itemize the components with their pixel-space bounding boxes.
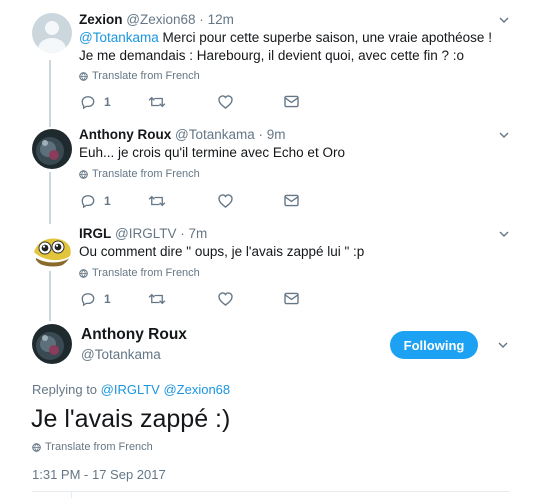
globe-icon [79,169,88,179]
main-tweet-text: Je l'avais zappé :) [31,405,231,433]
dm-icon [284,292,299,305]
tweet-time[interactable]: 12m [208,12,234,27]
divider [71,492,72,498]
mention-link[interactable]: @Totankama [79,30,159,45]
reply-count: 1 [104,292,111,306]
tweet-text: Euh... je crois qu'il termine avec Echo … [79,145,345,160]
tweet[interactable]: IRGL @IRGLTV · 7m Ou comment dire " oups… [0,226,540,314]
avatar[interactable] [32,13,72,53]
reply-button[interactable]: 1 [81,95,111,109]
replying-to: Replying to @IRGLTV @Zexion68 [32,382,231,397]
author-handle[interactable]: @Zexion68 [126,12,195,27]
globe-icon [32,442,41,452]
reply-count: 1 [104,95,111,109]
retweet-button[interactable] [148,292,166,306]
dm-button[interactable] [284,95,299,108]
mention-link[interactable]: @IRGLTV [101,382,160,397]
chevron-down-icon[interactable] [498,14,510,26]
globe-icon [79,71,88,81]
globe-icon [79,268,88,278]
tweet-header: Anthony Roux @Totankama · 9m [79,127,286,142]
tweet-text: Ou comment dire " oups, je l'avais zappé… [79,244,365,259]
reply-icon [81,195,95,208]
tweet-time[interactable]: 7m [189,226,208,241]
reply-count: 1 [104,194,111,208]
avatar[interactable] [32,228,72,268]
like-button[interactable] [218,95,233,109]
translate-link[interactable]: Translate from French [79,267,200,279]
like-icon [218,95,233,109]
dm-button[interactable] [284,194,299,207]
mention-link[interactable]: @Zexion68 [163,382,230,397]
dm-icon [284,95,299,108]
like-icon [218,292,233,306]
chevron-down-icon[interactable] [497,339,509,351]
main-author-name[interactable]: Anthony Roux [81,326,187,344]
chevron-down-icon[interactable] [498,129,510,141]
retweet-button[interactable] [148,194,166,208]
tweet-actions: 1 [79,194,339,212]
like-icon [218,194,233,208]
retweet-icon [148,195,166,207]
avatar[interactable] [32,129,72,169]
author-handle[interactable]: @Totankama [175,127,255,142]
tweet-header: IRGL @IRGLTV · 7m [79,226,208,241]
tweet-time[interactable]: 9m [267,127,286,142]
author-name[interactable]: Anthony Roux [79,127,171,142]
dm-button[interactable] [284,292,299,305]
tweet-actions: 1 [79,95,339,113]
like-button[interactable] [218,194,233,208]
reply-button[interactable]: 1 [81,194,111,208]
divider [32,491,510,492]
translate-link[interactable]: Translate from French [79,70,200,82]
tweet[interactable]: Zexion @Zexion68 · 12m @Totankama Merci … [0,12,540,120]
tweet-header: Zexion @Zexion68 · 12m [79,12,234,27]
reply-icon [81,96,95,109]
avatar[interactable] [32,324,72,364]
retweet-button[interactable] [148,95,166,109]
main-author-handle[interactable]: @Totankama [81,347,161,362]
like-button[interactable] [218,292,233,306]
retweet-icon [148,293,166,305]
reply-button[interactable]: 1 [81,292,111,306]
reply-icon [81,293,95,306]
tweet-text: @Totankama Merci pour cette superbe sais… [79,30,492,63]
tweet[interactable]: Anthony Roux @Totankama · 9m Euh... je c… [0,127,540,215]
following-button[interactable]: Following [390,331,478,359]
tweet-actions: 1 [79,292,339,310]
author-name[interactable]: Zexion [79,12,123,27]
author-name[interactable]: IRGL [79,226,111,241]
author-handle[interactable]: @IRGLTV [115,226,176,241]
tweet-timestamp[interactable]: 1:31 PM - 17 Sep 2017 [32,467,166,482]
retweet-icon [148,96,166,108]
translate-link[interactable]: Translate from French [32,441,153,453]
translate-link[interactable]: Translate from French [79,168,200,180]
dm-icon [284,194,299,207]
chevron-down-icon[interactable] [498,228,510,240]
